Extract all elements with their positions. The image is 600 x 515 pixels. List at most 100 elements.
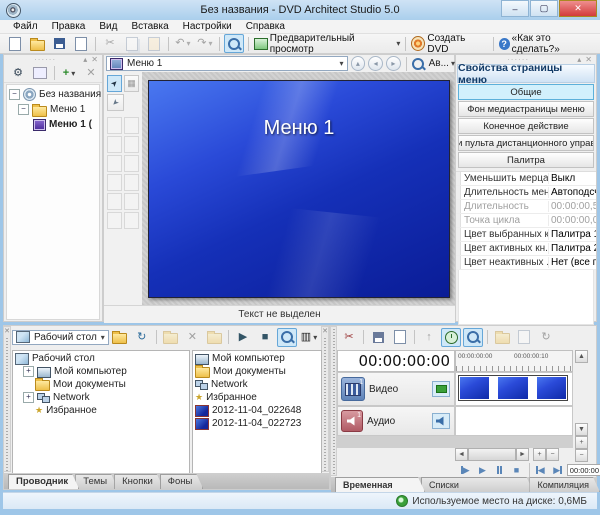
redo-button[interactable]: ↷▾ <box>195 34 215 53</box>
close-panel-icon[interactable]: ✕ <box>322 328 328 336</box>
align-bottom-button[interactable] <box>124 155 139 172</box>
file-item[interactable]: Мой компьютер <box>193 352 321 365</box>
delete-file-button[interactable]: ✕ <box>182 328 202 347</box>
undo-button[interactable]: ↶▾ <box>173 34 193 53</box>
insert-chapter-button[interactable] <box>390 328 410 347</box>
collapse-icon[interactable]: − <box>9 89 20 100</box>
views-button[interactable]: ▥▾ <box>299 328 319 347</box>
same-height-button[interactable] <box>124 174 139 191</box>
property-row[interactable]: Длительность менюАвтоподсчет <box>456 186 596 200</box>
zoom-tool-button[interactable] <box>463 328 483 347</box>
new-project-button[interactable] <box>5 34 25 53</box>
align-right-button[interactable] <box>107 155 122 172</box>
open-media-button[interactable] <box>492 328 512 347</box>
align-left-button[interactable] <box>107 117 122 134</box>
zoom-out-time-button[interactable]: − <box>546 448 559 461</box>
center-vertical-button[interactable] <box>124 136 139 153</box>
hscroll-thumb[interactable] <box>468 448 516 461</box>
close-button[interactable]: ✕ <box>559 0 597 17</box>
tree-item-network[interactable]: + Network <box>13 391 189 404</box>
insert-scene-button[interactable] <box>368 328 388 347</box>
stop-media-button[interactable]: ■ <box>255 328 275 347</box>
preview-button[interactable]: Предварительный просмотр ▾ <box>253 34 402 53</box>
timeline-time-display[interactable]: 00:00:00:00 <box>337 350 455 372</box>
file-item[interactable]: ★Избранное <box>193 391 321 404</box>
file-item[interactable]: 2012-11-04_022723 <box>193 417 321 430</box>
set-in-point-button[interactable]: ↑ <box>419 328 439 347</box>
property-row[interactable]: Цвет неактивных ...Нет (все проз... <box>456 256 596 270</box>
distribute-vertical-button[interactable] <box>124 212 139 229</box>
tab-buttons[interactable]: Кнопки <box>114 474 164 489</box>
go-to-end-button[interactable]: ▶ <box>550 464 565 477</box>
properties-tab-background[interactable]: Фон медиастраницы меню <box>458 101 594 117</box>
zoom-in-time-button[interactable]: + <box>533 448 546 461</box>
property-row[interactable]: Цвет выбранных к...Палитра 1 <box>456 228 596 242</box>
selection-tool-button[interactable]: ➤ <box>107 75 122 92</box>
menu-view[interactable]: Вид <box>92 21 124 32</box>
play-media-button[interactable]: ▶ <box>233 328 253 347</box>
delete-item-button[interactable]: ✕ <box>81 64 101 83</box>
video-display-button[interactable] <box>432 381 450 397</box>
tree-item-root[interactable]: − Без названия <box>7 87 99 102</box>
menu-insert[interactable]: Вставка <box>124 21 175 32</box>
menu-clip-group[interactable] <box>458 375 568 401</box>
tab-themes[interactable]: Темы <box>75 474 118 489</box>
scroll-left-button[interactable]: ◄ <box>455 448 468 461</box>
refresh-button[interactable]: ↻ <box>132 328 152 347</box>
tree-item-desktop[interactable]: Рабочий стол <box>13 352 189 365</box>
property-value[interactable]: Автоподсчет <box>548 187 596 198</box>
tab-timeline[interactable]: Временная шкала <box>335 477 425 492</box>
minimize-button[interactable]: – <box>501 0 529 17</box>
track-zoom-in-button[interactable]: + <box>575 436 588 449</box>
close-panel-icon[interactable]: ✕ <box>4 328 10 336</box>
scroll-right-button[interactable]: ► <box>516 448 529 461</box>
menu-file[interactable]: Файл <box>6 21 45 32</box>
play-button[interactable]: ▶ <box>475 464 490 477</box>
tree-item-menu-folder[interactable]: − Меню 1 <box>7 102 99 117</box>
stop-playback-button[interactable]: ■ <box>509 464 524 477</box>
copy-button[interactable] <box>122 34 142 53</box>
auto-ripple-button[interactable] <box>441 328 461 347</box>
paste-button[interactable] <box>144 34 164 53</box>
maximize-button[interactable]: ▢ <box>530 0 558 17</box>
tab-compilation[interactable]: Компиляция <box>529 477 600 492</box>
track-zoom-out-button[interactable]: − <box>575 449 588 462</box>
zoom-value[interactable]: Ав... <box>429 58 449 69</box>
reload-media-button[interactable]: ↻ <box>536 328 556 347</box>
nav-back-button[interactable]: ◂ <box>368 56 383 71</box>
video-track-clips[interactable] <box>455 372 573 406</box>
properties-tab-remote-buttons[interactable]: юпки пульта дистанционного управлен <box>458 135 594 151</box>
grid-tool-button[interactable]: ▦ <box>124 75 139 92</box>
open-project-button[interactable] <box>27 34 47 53</box>
nav-forward-button[interactable]: ▸ <box>386 56 401 71</box>
tree-item-favorites[interactable]: ★Избранное <box>13 404 189 417</box>
clip-thumbnail[interactable] <box>537 377 566 399</box>
same-width-button[interactable] <box>107 174 122 191</box>
menu-settings[interactable]: Настройки <box>176 21 239 32</box>
menu-selector-combo[interactable]: Меню 1 ▾ <box>106 56 348 71</box>
audio-track-clips[interactable] <box>455 406 573 436</box>
scroll-up-button[interactable]: ▲ <box>575 350 588 363</box>
audio-mute-button[interactable] <box>432 413 450 429</box>
tree-item-menu-page[interactable]: Меню 1 ( <box>7 117 99 132</box>
create-dvd-button[interactable]: Создать DVD <box>410 34 488 53</box>
property-row[interactable]: Уменьшить мерцан...Выкл <box>456 172 596 186</box>
properties-tab-palette[interactable]: Палитра <box>458 152 594 168</box>
favorites-folder-button[interactable] <box>204 328 224 347</box>
nav-up-button[interactable]: ▴ <box>351 56 366 71</box>
preview-toggle-button[interactable] <box>224 34 244 53</box>
tree-item-computer[interactable]: + Мой компьютер <box>13 365 189 378</box>
file-item[interactable]: 2012-11-04_022648 <box>193 404 321 417</box>
audio-track-header[interactable]: 1 Аудио <box>337 406 455 436</box>
expand-icon[interactable]: + <box>23 392 34 403</box>
new-folder-button[interactable] <box>160 328 180 347</box>
distribute-horizontal-button[interactable] <box>107 212 122 229</box>
collapse-icon[interactable]: − <box>18 104 29 115</box>
property-value[interactable]: Выкл <box>548 173 596 184</box>
timeline-ruler[interactable]: 00:00:00:00 00:00:00:10 <box>455 350 573 372</box>
tab-playlists[interactable]: Списки воспроизведения <box>421 477 533 492</box>
video-track-header[interactable]: 1 Видео <box>337 372 455 406</box>
timeline-hscrollbar[interactable]: ◄ ► + − <box>455 448 559 461</box>
cursor-time-field[interactable]: 00:00:00 <box>567 464 600 476</box>
timeline-vscrollbar[interactable]: ▲ ▼ + − <box>575 350 589 462</box>
